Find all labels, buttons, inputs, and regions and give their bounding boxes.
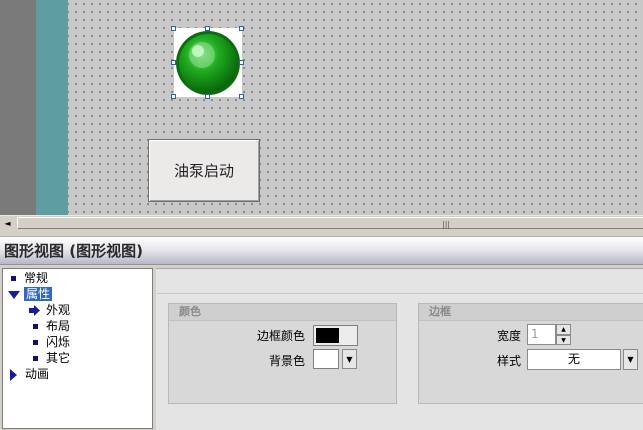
- indicator-lamp-object[interactable]: [174, 28, 242, 97]
- tree-item-animation[interactable]: 动画: [10, 366, 49, 382]
- tree-item-flashing[interactable]: 闪烁: [33, 334, 70, 350]
- selection-handle[interactable]: [205, 26, 210, 31]
- horizontal-scrollbar[interactable]: ◄ |||: [0, 215, 643, 231]
- oil-pump-start-label: 油泵启动: [173, 162, 234, 180]
- background-color-swatch[interactable]: [313, 349, 339, 369]
- collapsed-triangle-icon: [10, 368, 17, 381]
- bullet-icon: [33, 340, 38, 345]
- border-color-label: 边框颜色: [256, 329, 305, 343]
- selection-handle[interactable]: [239, 26, 244, 31]
- arrow-right-icon: [29, 305, 40, 316]
- tree-item-layout[interactable]: 布局: [33, 318, 70, 334]
- panel-title: 图形视图 (图形视图): [0, 237, 643, 265]
- property-tree[interactable]: 常规 属性 外观 布局 闪烁 其它 动画: [2, 268, 153, 429]
- selection-handle[interactable]: [171, 60, 176, 65]
- border-width-input[interactable]: 1: [527, 324, 556, 345]
- tree-item-properties[interactable]: 属性: [8, 286, 53, 302]
- tree-item-other[interactable]: 其它: [33, 350, 70, 366]
- border-style-dropdown-icon[interactable]: ▼: [623, 349, 638, 370]
- scrollbar-grip-icon: |||: [442, 220, 451, 229]
- tree-item-general[interactable]: 常规: [11, 270, 48, 286]
- border-color-picker[interactable]: [313, 325, 358, 346]
- spin-down-icon[interactable]: ▼: [556, 335, 571, 345]
- border-width-label: 宽度: [496, 329, 521, 343]
- color-group: 颜色 边框颜色 背景色 ▼: [168, 303, 397, 404]
- bullet-icon: [11, 276, 16, 281]
- scroll-left-arrow-icon[interactable]: ◄: [0, 216, 15, 231]
- oil-pump-start-button[interactable]: 油泵启动: [148, 139, 260, 202]
- design-canvas[interactable]: 油泵启动: [0, 0, 643, 215]
- expanded-triangle-icon: [8, 290, 20, 299]
- selection-handle[interactable]: [205, 94, 210, 99]
- border-group-title: 边框: [419, 304, 643, 321]
- bullet-icon: [33, 324, 38, 329]
- divider: [157, 293, 643, 294]
- color-group-title: 颜色: [169, 304, 396, 321]
- border-style-select[interactable]: 无: [527, 349, 621, 370]
- selection-handle[interactable]: [171, 26, 176, 31]
- panel-splitter[interactable]: [0, 230, 643, 237]
- border-group: 边框 宽度 1 ▲ ▼ 样式 无 ▼: [418, 303, 643, 404]
- background-color-dropdown-icon[interactable]: ▼: [342, 349, 357, 369]
- bullet-icon: [33, 356, 38, 361]
- spin-up-icon[interactable]: ▲: [556, 324, 571, 335]
- selection-handle[interactable]: [171, 94, 176, 99]
- border-style-label: 样式: [496, 354, 521, 368]
- selection-handle[interactable]: [239, 60, 244, 65]
- canvas-ruler-strip: [36, 0, 68, 215]
- scrollbar-thumb[interactable]: |||: [17, 217, 643, 229]
- background-color-label: 背景色: [268, 354, 305, 368]
- border-color-swatch: [316, 328, 339, 343]
- canvas-left-margin: [0, 0, 36, 215]
- green-lamp-icon: [176, 31, 240, 95]
- selection-handle[interactable]: [239, 94, 244, 99]
- tree-item-appearance[interactable]: 外观: [29, 302, 70, 318]
